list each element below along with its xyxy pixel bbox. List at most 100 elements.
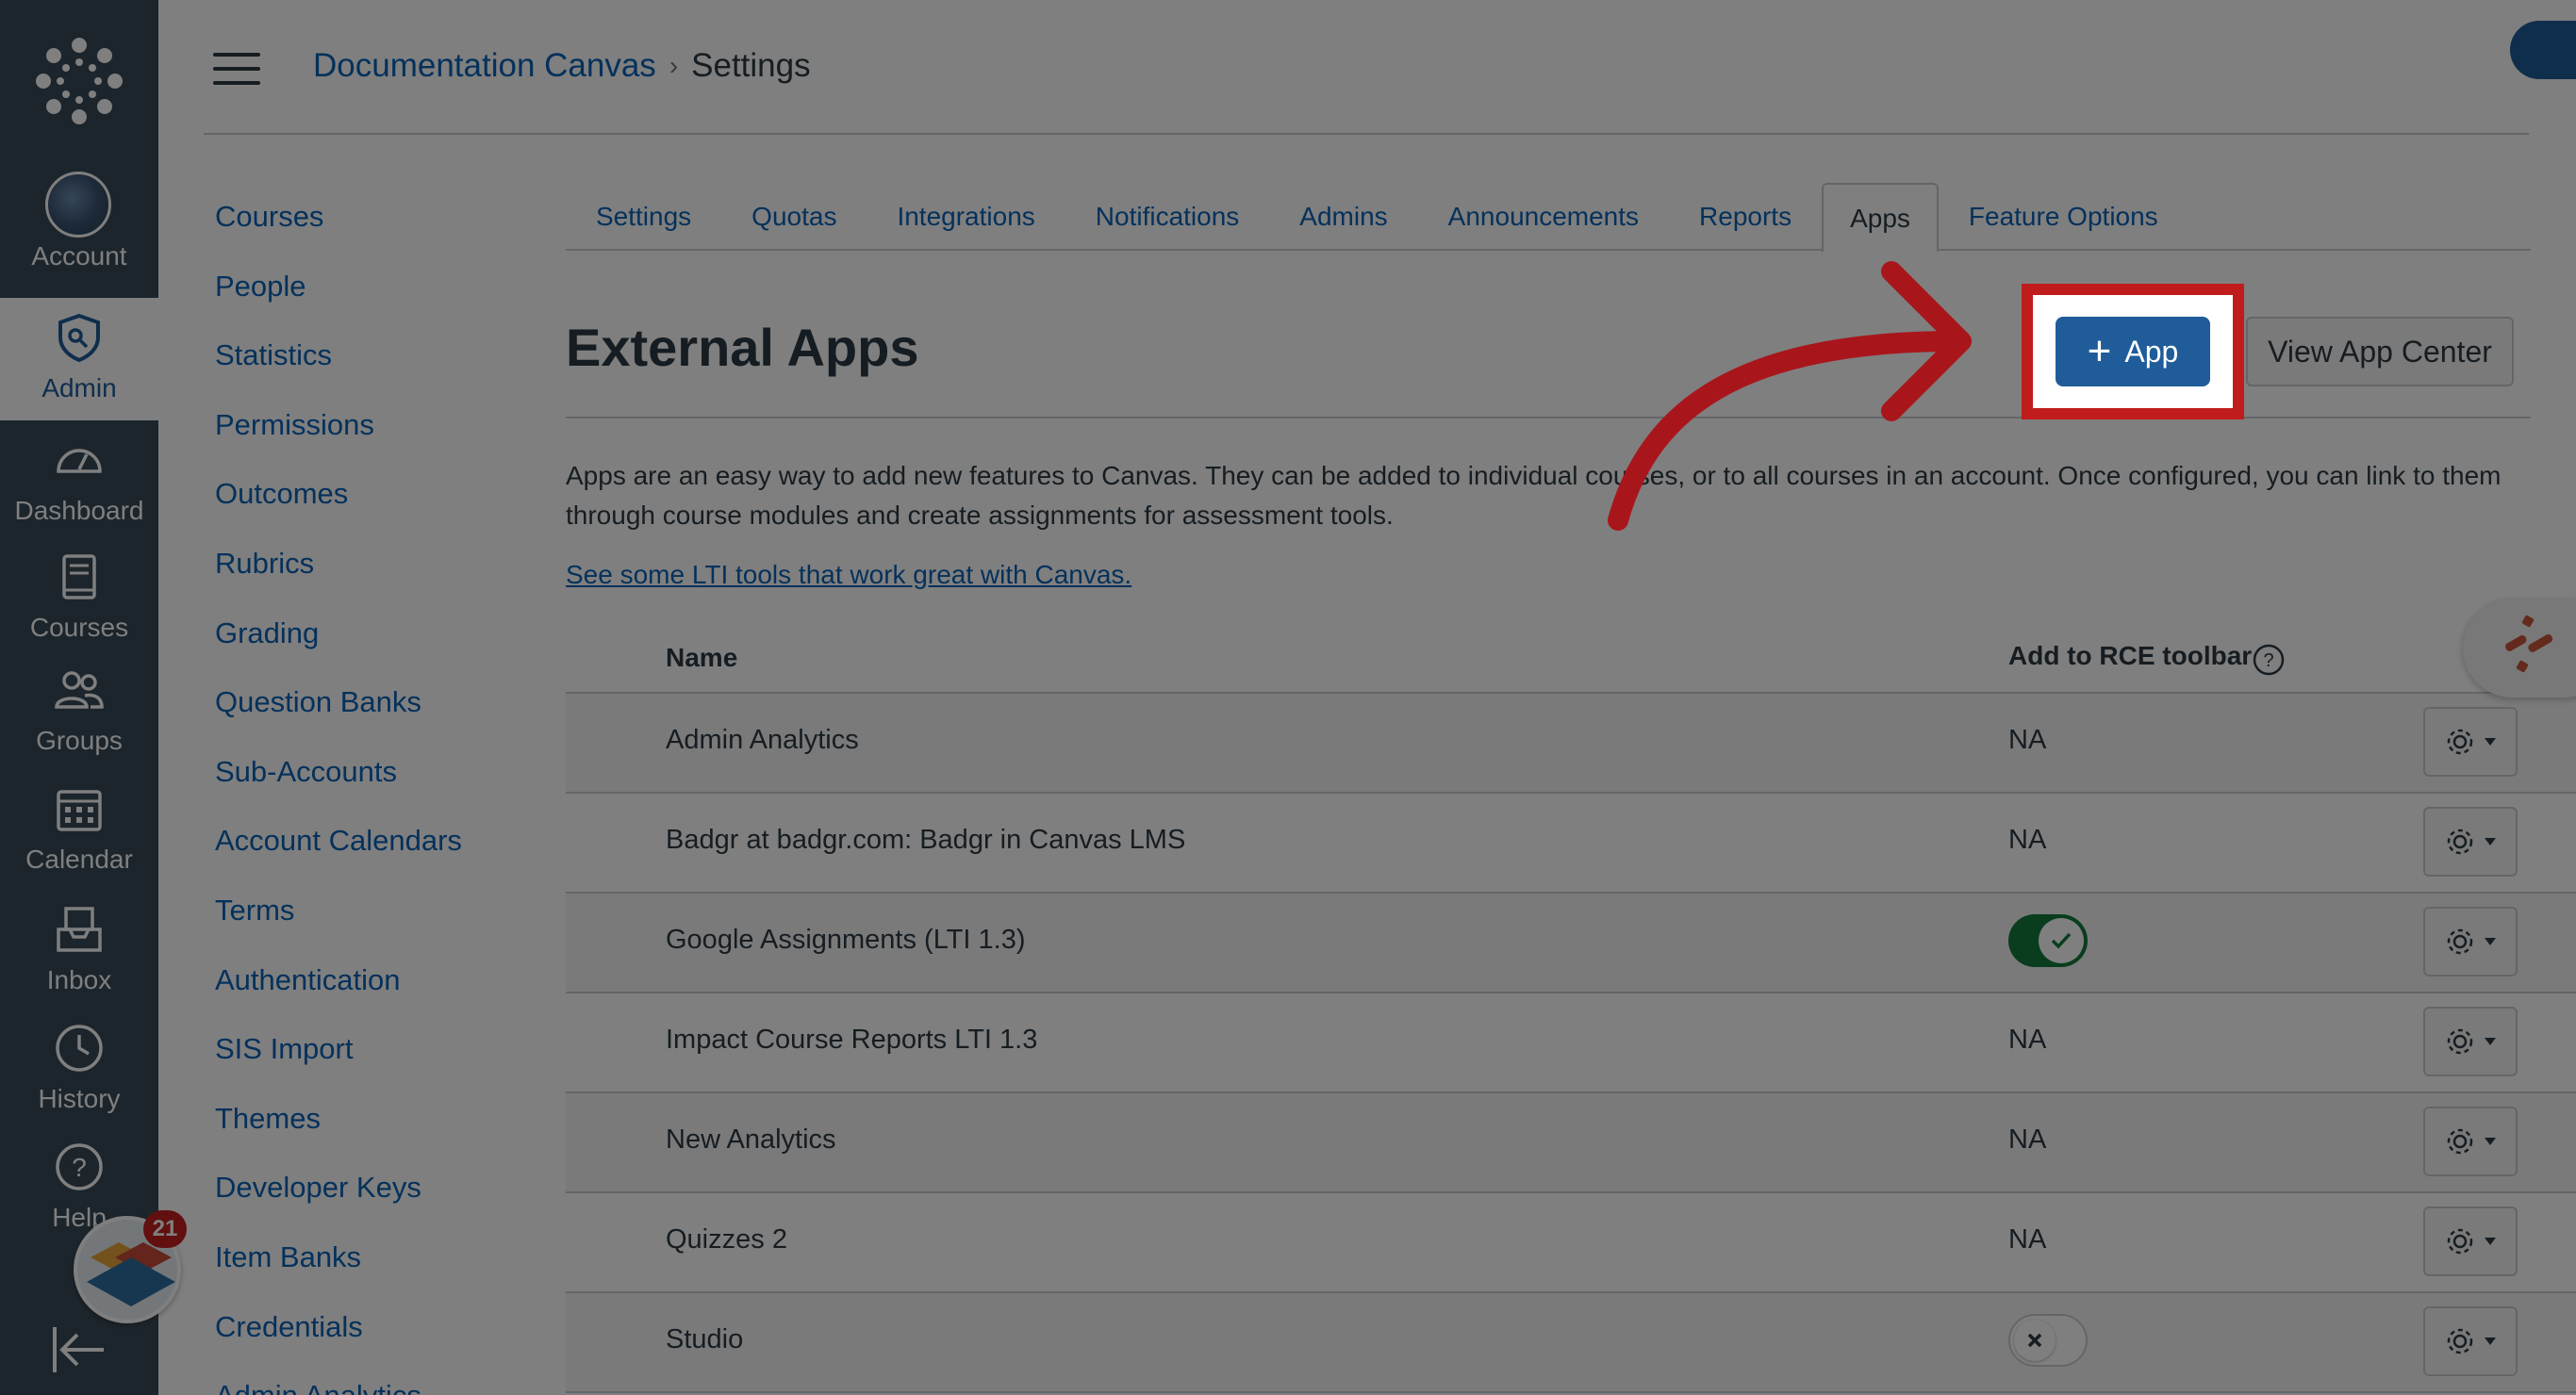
row-settings-menu-button[interactable] (2423, 807, 2518, 877)
row-settings-menu-button[interactable] (2423, 1107, 2518, 1176)
global-nav-label: Groups (36, 726, 123, 755)
table-row: Badgr at badgr.com: Badgr in Canvas LMS … (566, 794, 2576, 894)
breadcrumb: Documentation Canvas › Settings (313, 47, 811, 85)
help-icon[interactable]: ? (2252, 643, 2286, 677)
collapse-nav-icon[interactable] (49, 1320, 109, 1380)
table-row: Studio (566, 1293, 2576, 1393)
top-right-button[interactable] (2510, 21, 2576, 79)
page-title: External Apps (566, 318, 919, 377)
global-nav-calendar[interactable]: Calendar (0, 769, 158, 886)
global-nav-label: Admin (41, 373, 117, 402)
subnav-question-banks[interactable]: Question Banks (215, 674, 462, 744)
table-header: Name Add to RCE toolbar ? (566, 630, 2576, 694)
global-nav-label: Account (31, 241, 127, 271)
caret-down-icon (2485, 838, 2496, 845)
global-nav-inbox[interactable]: Inbox (0, 890, 158, 1007)
global-nav-admin[interactable]: Admin (0, 298, 158, 420)
row-settings-menu-button[interactable] (2423, 1306, 2518, 1376)
calendar-icon (57, 790, 102, 831)
row-settings-menu-button[interactable] (2423, 707, 2518, 777)
subnav-authentication[interactable]: Authentication (215, 952, 462, 1022)
table-row: Quizzes 2 NA (566, 1193, 2576, 1293)
hamburger-menu-icon[interactable] (213, 53, 260, 85)
subnav-admin-analytics[interactable]: Admin Analytics (215, 1368, 462, 1395)
speedometer-icon (57, 449, 102, 473)
global-nav-courses[interactable]: Courses (0, 537, 158, 654)
gear-icon (2447, 729, 2473, 755)
rce-toggle-off[interactable] (2008, 1314, 2088, 1367)
inbox-icon (57, 907, 102, 952)
tab-integrations[interactable]: Integrations (867, 183, 1065, 251)
avatar (45, 172, 113, 239)
tab-reports[interactable]: Reports (1669, 183, 1822, 251)
checkmark-icon (2051, 932, 2072, 949)
global-nav-groups[interactable]: Groups (0, 650, 158, 767)
column-header-rce: Add to RCE toolbar (2008, 641, 2253, 670)
breadcrumb-current: Settings (691, 47, 811, 84)
global-nav-label: Courses (29, 613, 129, 642)
view-app-center-button[interactable]: View App Center (2246, 317, 2514, 386)
table-row: Impact Course Reports LTI 1.3 NA (566, 993, 2576, 1093)
subnav-courses[interactable]: Courses (215, 189, 462, 258)
gear-icon (2447, 1328, 2473, 1354)
rce-toggle-on[interactable] (2008, 914, 2088, 967)
tab-settings[interactable]: Settings (566, 183, 721, 251)
highlight-box (2022, 284, 2244, 419)
tab-announcements[interactable]: Announcements (1418, 183, 1669, 251)
subnav-people[interactable]: People (215, 258, 462, 328)
global-nav-label: Calendar (25, 845, 133, 874)
app-name: Admin Analytics (666, 725, 859, 755)
subnav-credentials[interactable]: Credentials (215, 1299, 462, 1369)
lti-tools-link[interactable]: See some LTI tools that work great with … (566, 560, 1131, 590)
gear-icon (2447, 1128, 2473, 1155)
subnav-sis-import[interactable]: SIS Import (215, 1021, 462, 1091)
global-nav-history[interactable]: History (0, 1009, 158, 1125)
caret-down-icon (2485, 738, 2496, 746)
subnav-statistics[interactable]: Statistics (215, 327, 462, 397)
column-header-name: Name (666, 643, 738, 672)
row-settings-menu-button[interactable] (2423, 1007, 2518, 1076)
tab-apps[interactable]: Apps (1822, 183, 1939, 253)
notification-count-badge: 21 (143, 1210, 187, 1248)
subnav-item-banks[interactable]: Item Banks (215, 1229, 462, 1299)
canvas-logo-icon[interactable] (32, 34, 126, 128)
subnav-themes[interactable]: Themes (215, 1091, 462, 1160)
tab-admins[interactable]: Admins (1269, 183, 1417, 251)
table-row: Google Assignments (LTI 1.3) (566, 894, 2576, 993)
app-name: Badgr at badgr.com: Badgr in Canvas LMS (666, 825, 1186, 855)
rce-status: NA (2008, 725, 2047, 755)
tab-notifications[interactable]: Notifications (1065, 183, 1270, 251)
app-name: Impact Course Reports LTI 1.3 (666, 1025, 1038, 1055)
svg-text:?: ? (72, 1153, 87, 1182)
question-icon: ? (56, 1143, 103, 1190)
clock-icon (56, 1025, 103, 1072)
row-settings-menu-button[interactable] (2423, 907, 2518, 976)
subnav-permissions[interactable]: Permissions (215, 397, 462, 467)
caret-down-icon (2485, 1238, 2496, 1245)
subnav-rubrics[interactable]: Rubrics (215, 535, 462, 605)
row-settings-menu-button[interactable] (2423, 1206, 2518, 1276)
subnav-outcomes[interactable]: Outcomes (215, 466, 462, 535)
caret-down-icon (2485, 1138, 2496, 1145)
subnav-terms[interactable]: Terms (215, 882, 462, 952)
table-row: Admin Analytics NA (566, 694, 2576, 794)
global-nav-account[interactable]: Account (0, 166, 158, 283)
tab-feature-options[interactable]: Feature Options (1939, 183, 2188, 251)
subnav-developer-keys[interactable]: Developer Keys (215, 1159, 462, 1229)
gear-icon (2447, 1228, 2473, 1255)
global-nav-dashboard[interactable]: Dashboard (0, 420, 158, 537)
global-nav-label: Inbox (46, 965, 112, 994)
header-divider (204, 133, 2529, 135)
caret-down-icon (2485, 938, 2496, 945)
subnav-grading[interactable]: Grading (215, 605, 462, 675)
table-row: New Analytics NA (566, 1093, 2576, 1193)
assistant-widget[interactable] (2463, 599, 2576, 698)
tab-quotas[interactable]: Quotas (721, 183, 867, 251)
gear-icon (2447, 829, 2473, 855)
account-subnav: Courses People Statistics Permissions Ou… (215, 189, 462, 1395)
subnav-sub-accounts[interactable]: Sub-Accounts (215, 744, 462, 813)
svg-text:?: ? (2263, 650, 2273, 671)
subnav-account-calendars[interactable]: Account Calendars (215, 812, 462, 882)
rce-status: NA (2008, 1025, 2047, 1055)
breadcrumb-root-link[interactable]: Documentation Canvas (313, 47, 656, 85)
